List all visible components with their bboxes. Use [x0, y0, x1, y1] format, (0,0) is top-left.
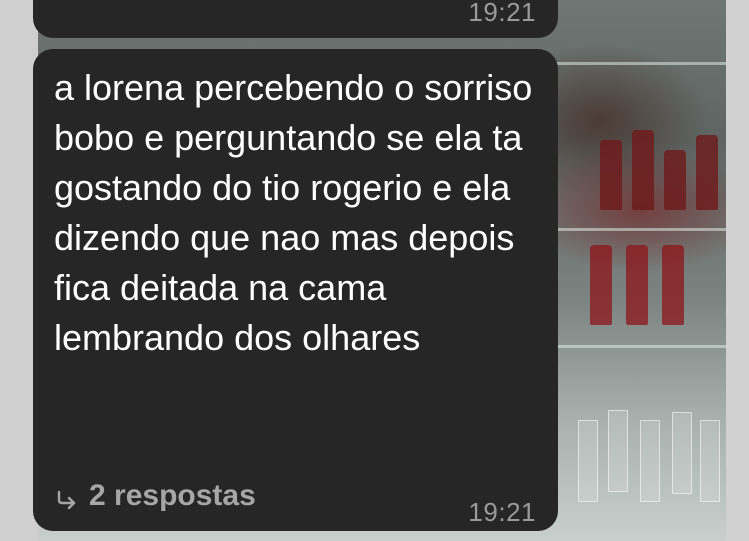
previous-message-bubble[interactable]: wkowis 19:21 [33, 0, 558, 38]
replies-label: 2 respostas [89, 479, 256, 512]
previous-message-time: 19:21 [468, 0, 536, 27]
message-time: 19:21 [468, 497, 536, 527]
message-bubble[interactable]: a lorena percebendo o sorriso bobo e per… [33, 49, 558, 531]
replies-link[interactable]: 2 respostas [55, 479, 256, 513]
message-text: a lorena percebendo o sorriso bobo e per… [54, 67, 533, 358]
reply-arrow-icon [55, 487, 79, 511]
